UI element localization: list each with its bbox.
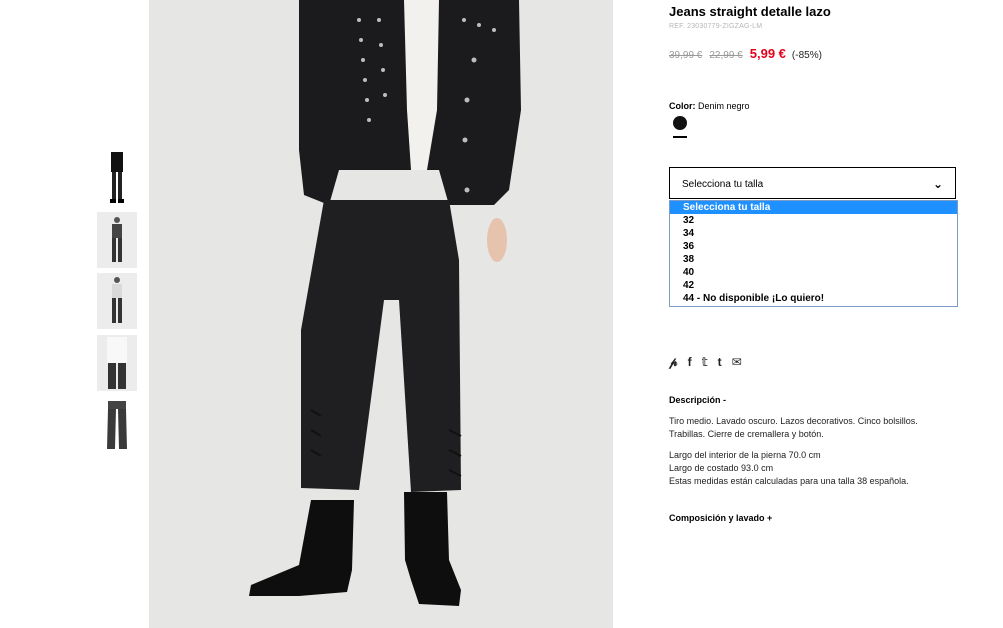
email-icon[interactable]: ✉	[732, 355, 742, 369]
size-select-value: Selecciona tu talla	[682, 179, 764, 190]
color-swatch-denim-negro[interactable]	[673, 116, 687, 130]
thumbnail-2[interactable]	[97, 212, 137, 268]
color-value: Denim negro	[698, 101, 750, 111]
size-select[interactable]: Selecciona tu talla ⌄	[669, 167, 956, 199]
product-reference: REF. 23030779-ZIGZAG-LM	[669, 23, 763, 30]
size-option-34[interactable]: 34	[670, 227, 957, 240]
price-previous: 22,99 €	[709, 50, 743, 61]
size-option-36[interactable]: 36	[670, 240, 957, 253]
measure-note: Estas medidas están calculadas para una …	[669, 476, 909, 486]
thumbnail-3[interactable]	[97, 273, 137, 329]
color-label: Color:	[669, 101, 696, 111]
size-dropdown-list: Selecciona tu talla 32 34 36 38 40 42 44…	[669, 200, 958, 307]
size-option-32[interactable]: 32	[670, 214, 957, 227]
color-info: Color: Denim negro	[669, 101, 750, 111]
tumblr-icon[interactable]: t	[718, 355, 722, 369]
thumbnail-1[interactable]	[97, 150, 137, 206]
chevron-down-icon: ⌄	[932, 177, 943, 191]
pinterest-icon[interactable]: 𝓅	[669, 355, 678, 370]
facebook-icon[interactable]: f	[688, 355, 692, 369]
size-option-placeholder[interactable]: Selecciona tu talla	[670, 201, 957, 214]
selected-swatch-indicator	[673, 136, 687, 138]
composition-heading[interactable]: Composición y lavado +	[669, 513, 772, 523]
price-original: 39,99 €	[669, 50, 703, 61]
size-option-40[interactable]: 40	[670, 266, 957, 279]
price-block: 39,99 € 22,99 € 5,99 € (-85%)	[669, 46, 822, 61]
product-title: Jeans straight detalle lazo	[669, 4, 831, 19]
thumbnail-5[interactable]	[97, 397, 137, 453]
description-heading[interactable]: Descripción -	[669, 395, 726, 405]
twitter-icon[interactable]: 𝕥	[702, 355, 708, 369]
thumbnail-4[interactable]	[97, 335, 137, 391]
discount-badge: (-85%)	[791, 50, 822, 61]
share-icons: 𝓅 f 𝕥 t ✉	[669, 353, 752, 370]
product-main-image[interactable]	[149, 0, 613, 628]
measure-side: Largo de costado 93.0 cm	[669, 463, 774, 473]
measure-inseam: Largo del interior de la pierna 70.0 cm	[669, 450, 821, 460]
size-option-38[interactable]: 38	[670, 253, 957, 266]
price-current: 5,99 €	[749, 46, 786, 61]
size-option-44[interactable]: 44 - No disponible ¡Lo quiero!	[670, 292, 957, 305]
size-option-42[interactable]: 42	[670, 279, 957, 292]
description-text: Tiro medio. Lavado oscuro. Lazos decorat…	[669, 416, 918, 439]
